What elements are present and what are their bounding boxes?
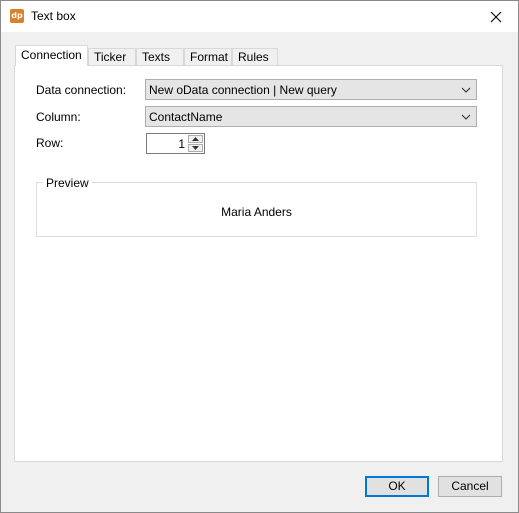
data-connection-label: Data connection:	[36, 83, 127, 97]
ok-button[interactable]: OK	[365, 476, 429, 497]
column-value: ContactName	[149, 110, 223, 124]
dialog-window: dp Text box Connection Ticker Texts Form…	[0, 0, 519, 513]
preview-legend: Preview	[43, 176, 92, 190]
column-dropdown[interactable]: ContactName	[145, 106, 477, 127]
data-connection-dropdown[interactable]: New oData connection | New query	[145, 79, 477, 100]
stepper-up-button[interactable]	[188, 135, 203, 143]
window-title: Text box	[31, 9, 76, 23]
row-value: 1	[178, 137, 185, 151]
tab-rules[interactable]: Rules	[232, 48, 278, 65]
stepper-down-button[interactable]	[188, 144, 203, 152]
close-button[interactable]	[474, 1, 518, 32]
row-stepper[interactable]: 1	[146, 133, 205, 154]
preview-value: Maria Anders	[221, 205, 292, 219]
tab-format[interactable]: Format	[184, 48, 232, 65]
column-label: Column:	[36, 110, 81, 124]
stepper-arrows	[188, 135, 203, 152]
cancel-button[interactable]: Cancel	[438, 476, 502, 497]
close-icon	[490, 11, 502, 22]
tab-texts[interactable]: Texts	[136, 48, 184, 65]
caret-down-icon	[192, 146, 199, 150]
title-bar: dp Text box	[1, 1, 518, 32]
app-logo-icon: dp	[10, 9, 24, 23]
tab-ticker[interactable]: Ticker	[88, 48, 136, 65]
chevron-down-icon	[461, 87, 471, 93]
tab-connection[interactable]: Connection	[15, 45, 88, 66]
data-connection-value: New oData connection | New query	[149, 83, 337, 97]
row-label: Row:	[36, 136, 64, 150]
chevron-down-icon	[461, 114, 471, 120]
preview-group: Preview Maria Anders	[36, 176, 477, 237]
caret-up-icon	[192, 137, 199, 141]
